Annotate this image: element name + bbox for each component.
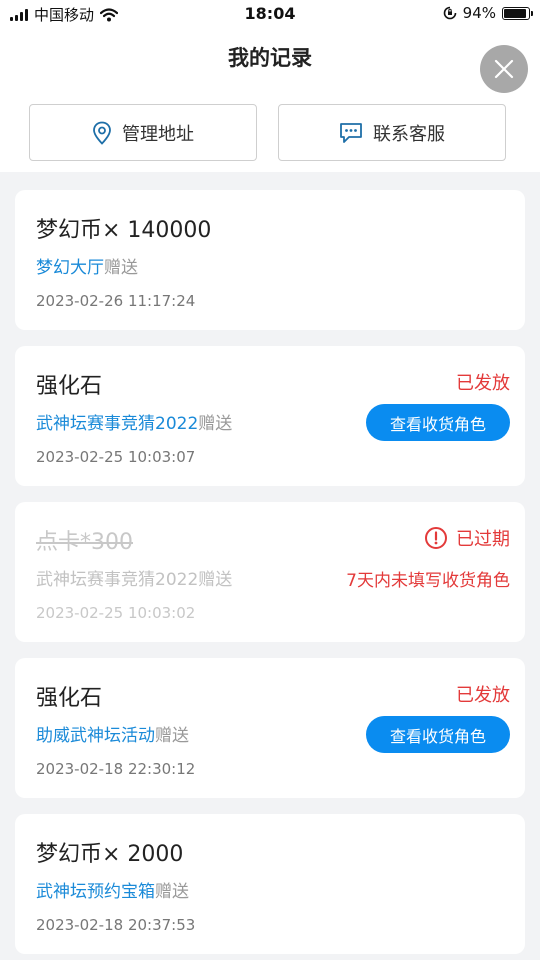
- status-label: 已过期: [456, 529, 510, 550]
- status-label: 已发放: [456, 685, 510, 706]
- reward-source: 助威武神坛活动赠送: [36, 721, 189, 746]
- reward-source: 武神坛预约宝箱赠送: [36, 877, 189, 902]
- reward-name: 强化石: [36, 374, 103, 399]
- source-suffix: 赠送: [198, 414, 233, 434]
- record-time: 2023-02-18 20:37:53: [36, 916, 196, 934]
- record-time: 2023-02-25 10:03:02: [36, 604, 196, 622]
- record-card: 梦幻币× 140000 梦幻大厅赠送 2023-02-26 11:17:24: [15, 190, 525, 330]
- contact-service-label: 联系客服: [373, 123, 445, 145]
- status-bar: 中国移动 18:04 94%: [0, 0, 540, 30]
- source-suffix: 赠送: [198, 570, 233, 590]
- record-card: 点卡*300 已过期 武神坛赛事竞猜2022赠送 7天内未填写收货角色 2023…: [15, 502, 525, 642]
- view-receiver-button[interactable]: 查看收货角色: [366, 716, 510, 753]
- source-link[interactable]: 武神坛赛事竞猜2022: [36, 570, 198, 590]
- source-link[interactable]: 梦幻大厅: [36, 258, 104, 278]
- close-icon: [494, 59, 514, 79]
- reward-source: 武神坛赛事竞猜2022赠送: [36, 409, 232, 434]
- page-title: 我的记录: [228, 46, 312, 70]
- source-link[interactable]: 武神坛赛事竞猜2022: [36, 414, 198, 434]
- status-badge: 已发放: [456, 681, 510, 707]
- manage-address-label: 管理地址: [122, 123, 194, 145]
- close-button[interactable]: [480, 45, 528, 93]
- source-suffix: 赠送: [155, 882, 189, 902]
- reward-source: 武神坛赛事竞猜2022赠送: [36, 565, 232, 590]
- reward-name: 梦幻币× 2000: [36, 842, 184, 867]
- view-receiver-button[interactable]: 查看收货角色: [366, 404, 510, 441]
- reward-name: 梦幻币× 140000: [36, 218, 212, 243]
- expired-warning: 7天内未填写收货角色: [346, 571, 510, 591]
- source-suffix: 赠送: [104, 258, 138, 278]
- source-link[interactable]: 助威武神坛活动: [36, 726, 155, 746]
- status-right: 94%: [443, 4, 533, 22]
- orientation-lock-icon: [443, 6, 456, 20]
- record-card: 强化石 已发放 助威武神坛活动赠送 查看收货角色 2023-02-18 22:3…: [15, 658, 525, 798]
- record-time: 2023-02-18 22:30:12: [36, 760, 196, 778]
- location-pin-icon: [93, 121, 111, 145]
- battery-icon: [502, 6, 533, 20]
- contact-service-button[interactable]: 联系客服: [278, 104, 506, 161]
- reward-source: 梦幻大厅赠送: [36, 253, 138, 278]
- reward-name: 点卡*300: [36, 530, 133, 555]
- status-badge: 已过期: [424, 525, 510, 551]
- chat-bubble-icon: [340, 122, 362, 143]
- record-time: 2023-02-26 11:17:24: [36, 292, 196, 310]
- status-label: 已发放: [456, 373, 510, 394]
- source-link[interactable]: 武神坛预约宝箱: [36, 882, 155, 902]
- status-badge: 已发放: [456, 369, 510, 395]
- record-time: 2023-02-25 10:03:07: [36, 448, 196, 466]
- exclamation-circle-icon: [425, 527, 447, 549]
- record-card: 强化石 已发放 武神坛赛事竞猜2022赠送 查看收货角色 2023-02-25 …: [15, 346, 525, 486]
- reward-name: 强化石: [36, 686, 103, 711]
- manage-address-button[interactable]: 管理地址: [29, 104, 257, 161]
- source-suffix: 赠送: [155, 726, 189, 746]
- battery-percent: 94%: [462, 4, 496, 22]
- record-card: 梦幻币× 2000 武神坛预约宝箱赠送 2023-02-18 20:37:53: [15, 814, 525, 954]
- header: 我的记录 管理地址 联系客服: [0, 30, 540, 172]
